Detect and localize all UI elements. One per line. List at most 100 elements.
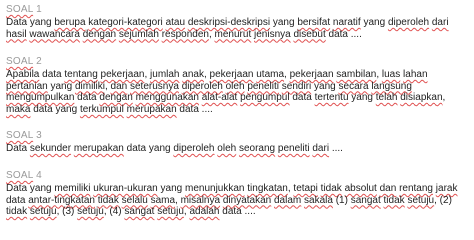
spellcheck-word: deskripsi-deskripsi xyxy=(187,17,271,28)
question-1-heading-number: 1 xyxy=(36,4,42,15)
spellcheck-word: anak xyxy=(182,69,204,80)
spellcheck-word: sambilan xyxy=(336,69,377,80)
spellcheck-word: dengan xyxy=(82,28,117,40)
spellcheck-word: setuju xyxy=(77,206,104,218)
spellcheck-word: kategori-kategori xyxy=(88,17,163,28)
question-4-text: Data yang memiliki ukuran-ukuran yang me… xyxy=(6,183,458,218)
spellcheck-word: secara xyxy=(338,80,369,92)
spellcheck-word: pekerjaan xyxy=(289,69,334,80)
spellcheck-word: ukuran-ukuran xyxy=(93,183,158,194)
spellcheck-word: sejumlah xyxy=(118,28,159,40)
spellcheck-word: menurut xyxy=(214,28,252,40)
spellcheck-word: dari xyxy=(431,17,449,28)
spellcheck-word: disiapkan xyxy=(400,92,443,104)
spellcheck-word: sangat xyxy=(350,194,381,206)
spellcheck-word: memiliki xyxy=(54,183,91,194)
question-1: SOAL 1 Data yang berupa kategori-kategor… xyxy=(6,4,470,40)
spellcheck-word: bersifat xyxy=(297,17,331,28)
spellcheck-word: merupakan xyxy=(126,103,177,115)
question-4-heading-word: SOAL xyxy=(6,170,34,181)
spellcheck-word: menunjukkan xyxy=(185,183,245,194)
spellcheck-word: maka xyxy=(6,103,31,115)
question-2-heading-word: SOAL xyxy=(6,56,34,67)
spellcheck-word: absolut xyxy=(344,183,377,194)
spellcheck-word: tentang xyxy=(64,69,98,80)
spellcheck-word: Apabila xyxy=(6,69,40,80)
spellcheck-word: tetapi xyxy=(293,183,318,194)
spellcheck-word: atau xyxy=(165,17,186,28)
spellcheck-word: hasil xyxy=(6,28,27,40)
spellcheck-word: tingkatan xyxy=(247,183,288,194)
spellcheck-word: jarak xyxy=(435,183,458,194)
spellcheck-word: pekerjaan xyxy=(209,69,254,80)
spellcheck-word: oleh xyxy=(225,80,245,92)
document-page: SOAL 1 Data yang berupa kategori-kategor… xyxy=(0,0,474,227)
spellcheck-word: langsung xyxy=(371,80,412,92)
spellcheck-word: peneliti xyxy=(247,80,280,92)
question-2: SOAL 2 Apabila data tentang pekerjaan, j… xyxy=(6,56,470,115)
spellcheck-word: dengan xyxy=(99,92,133,104)
spellcheck-word: pertanian xyxy=(6,80,48,92)
spellcheck-word: diperoleh xyxy=(173,143,215,154)
spellcheck-word: dalam xyxy=(274,194,302,206)
spellcheck-word: dinyatakan xyxy=(222,194,272,206)
spellcheck-word: sangat xyxy=(124,206,155,218)
spellcheck-word: telah xyxy=(375,92,398,104)
spellcheck-word: tidak xyxy=(320,183,342,194)
spellcheck-word: tidak xyxy=(383,194,405,206)
spellcheck-word: wawancara xyxy=(29,28,80,40)
spellcheck-word: pekerjaan xyxy=(100,69,145,80)
question-2-heading-number: 2 xyxy=(36,56,42,67)
spellcheck-word: alat-alat xyxy=(201,92,238,104)
spellcheck-word: dari xyxy=(312,143,330,154)
spellcheck-word: utama xyxy=(256,69,285,80)
spellcheck-word: sakala xyxy=(304,194,333,206)
spellcheck-word: misalnya xyxy=(180,194,221,206)
spellcheck-word: diperoleh xyxy=(181,80,223,92)
spellcheck-word: selalu xyxy=(121,194,148,206)
spellcheck-word: tidak xyxy=(6,206,28,218)
question-4-heading-number: 4 xyxy=(36,170,42,181)
spellcheck-word: rentang xyxy=(399,183,433,194)
question-2-text: Apabila data tentang pekerjaan, jumlah a… xyxy=(6,69,446,115)
spellcheck-word: sendiri xyxy=(281,80,312,92)
spellcheck-word: menggunakan xyxy=(135,92,199,104)
question-4: SOAL 4 Data yang memiliki ukuran-ukuran … xyxy=(6,170,470,218)
spellcheck-word: setuju xyxy=(157,206,184,218)
spellcheck-word: disebut xyxy=(293,28,326,40)
spellcheck-word: antar-tingkatan xyxy=(28,194,95,206)
question-3-heading: SOAL 3 xyxy=(6,130,470,142)
spellcheck-word: dan xyxy=(379,183,397,194)
spellcheck-word: setuju xyxy=(29,206,57,218)
spellcheck-word: dan xyxy=(110,80,128,92)
question-1-text: Data yang berupa kategori-kategori atau … xyxy=(6,17,449,40)
spellcheck-word: tertentu xyxy=(314,92,349,104)
spellcheck-word: peneliti xyxy=(277,143,310,154)
spellcheck-word: adalah xyxy=(189,206,220,218)
spellcheck-word: tidak xyxy=(97,194,119,206)
spellcheck-word: seorang xyxy=(238,143,276,154)
spellcheck-word: merupakan xyxy=(73,143,124,154)
question-3-heading-number: 3 xyxy=(36,130,42,141)
spellcheck-word: responden xyxy=(161,28,209,40)
spellcheck-word: setuju xyxy=(407,194,435,206)
spellcheck-word: diperoleh xyxy=(387,17,430,28)
spellcheck-word: sekunder xyxy=(29,143,72,154)
spellcheck-word: luas xyxy=(381,69,401,80)
question-1-heading-word: SOAL xyxy=(6,4,34,15)
question-1-heading: SOAL 1 xyxy=(6,4,470,16)
spellcheck-word: terkumpul xyxy=(79,103,124,115)
question-4-heading: SOAL 4 xyxy=(6,170,470,182)
question-3: SOAL 3 Data sekunder merupakan data yang… xyxy=(6,130,470,155)
spellcheck-word: berupa xyxy=(54,17,86,28)
spellcheck-word: naratif xyxy=(332,17,361,28)
spellcheck-word: lahan xyxy=(403,69,428,80)
spellcheck-word: jenisnya xyxy=(254,28,291,40)
spellcheck-word: sama xyxy=(150,194,176,206)
spellcheck-word: dimiliki xyxy=(74,80,105,92)
question-3-heading-word: SOAL xyxy=(6,130,34,141)
spellcheck-word: oleh xyxy=(217,143,237,154)
question-2-heading: SOAL 2 xyxy=(6,56,470,68)
spellcheck-word: pengumpul xyxy=(240,92,290,104)
question-3-text: Data sekunder merupakan data yang dipero… xyxy=(6,143,343,154)
